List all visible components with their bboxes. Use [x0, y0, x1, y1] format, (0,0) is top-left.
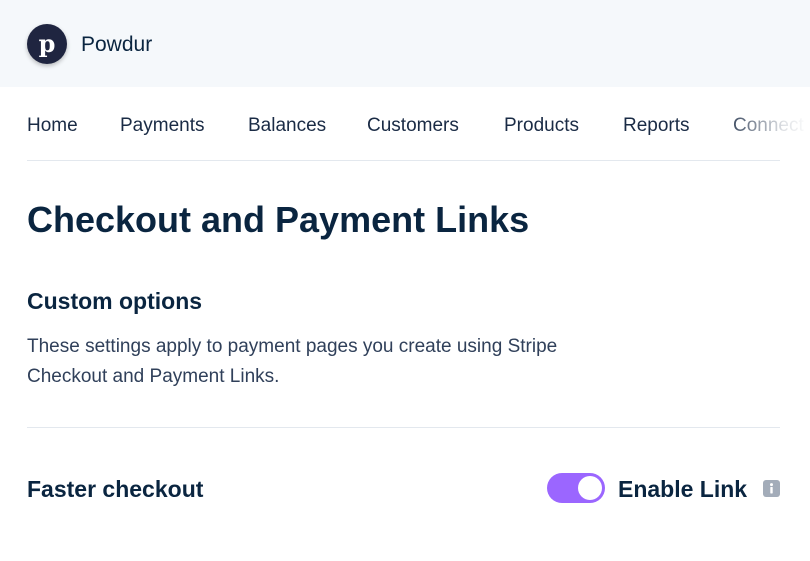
- info-icon[interactable]: [763, 480, 780, 497]
- nav-item-payments[interactable]: Payments: [120, 115, 204, 137]
- toggle-knob: [578, 476, 602, 500]
- top-bar: p Powdur: [0, 0, 810, 87]
- enable-link-toggle[interactable]: [547, 473, 605, 503]
- nav-item-reports[interactable]: Reports: [623, 115, 690, 137]
- nav-item-products[interactable]: Products: [504, 115, 579, 137]
- section-divider: [27, 427, 780, 428]
- main-nav: Home Payments Balances Customers Product…: [0, 87, 810, 161]
- section-description: These settings apply to payment pages yo…: [27, 336, 558, 387]
- nav-item-home[interactable]: Home: [27, 115, 78, 137]
- nav-divider: [27, 160, 780, 161]
- faster-checkout-label: Faster checkout: [27, 476, 204, 502]
- account-name[interactable]: Powdur: [81, 33, 152, 57]
- enable-link-label[interactable]: Enable Link: [618, 476, 747, 503]
- nav-item-balances[interactable]: Balances: [248, 115, 326, 137]
- account-logo[interactable]: p: [27, 24, 67, 64]
- nav-item-connect[interactable]: Connect: [733, 115, 804, 137]
- section-title: Custom options: [27, 288, 203, 314]
- nav-item-customers[interactable]: Customers: [367, 115, 459, 137]
- page-title: Checkout and Payment Links: [27, 199, 530, 240]
